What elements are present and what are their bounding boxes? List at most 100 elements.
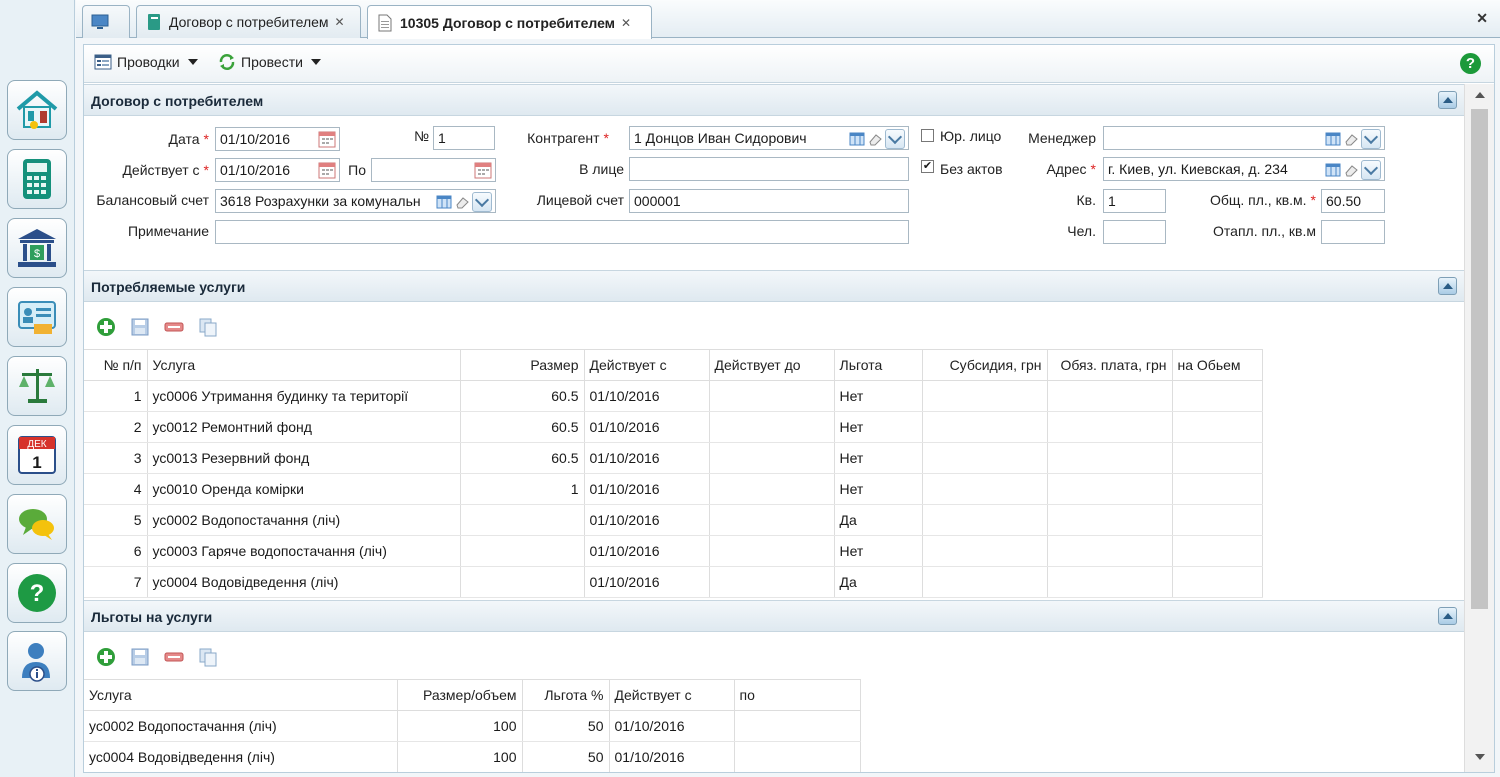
eraser-icon[interactable] xyxy=(454,194,470,210)
collapse-icon[interactable] xyxy=(1438,277,1457,295)
column-header[interactable]: Льгота % xyxy=(522,679,610,711)
save-icon[interactable] xyxy=(130,317,150,337)
chevron-down-icon xyxy=(187,59,198,65)
copy-icon[interactable] xyxy=(198,647,218,667)
collapse-icon[interactable] xyxy=(1438,607,1457,625)
delete-icon[interactable] xyxy=(164,647,184,667)
column-header[interactable]: Услуга xyxy=(147,349,461,381)
save-icon[interactable] xyxy=(130,647,150,667)
valid-to-label: По xyxy=(348,162,366,178)
total-area-field[interactable]: 60.50 xyxy=(1321,189,1385,213)
number-field[interactable]: 1 xyxy=(433,126,495,150)
help-icon[interactable]: ? xyxy=(1460,53,1481,74)
calendar-button[interactable]: ДЕК 1 xyxy=(7,425,67,485)
messages-button[interactable] xyxy=(7,494,67,554)
calendar-picker-icon[interactable] xyxy=(318,130,336,148)
scroll-down-icon[interactable] xyxy=(1475,754,1485,760)
user-info-icon xyxy=(22,643,50,682)
table-row[interactable]: 2 ус0012 Ремонтний фонд 60.5 01/10/2016 Нет xyxy=(84,411,1263,443)
heated-area-field[interactable] xyxy=(1321,220,1385,244)
column-header[interactable]: № п/п xyxy=(84,349,148,381)
column-header[interactable]: Размер xyxy=(460,349,585,381)
tab-bar: Договор с потребителем ✕ 10305 Договор с… xyxy=(76,0,1500,39)
column-header[interactable]: Размер/объем xyxy=(397,679,523,711)
chevron-down-icon[interactable] xyxy=(1361,129,1381,149)
id-card-icon xyxy=(18,301,56,334)
table-row[interactable]: 7 ус0004 Водовідведення (ліч) 01/10/2016 Да xyxy=(84,566,1263,598)
table-row[interactable]: 3 ус0013 Резервний фонд 60.5 01/10/2016 Нет xyxy=(84,442,1263,474)
table-row[interactable]: ус0002 Водопостачання (ліч) 100 50 01/10/20… xyxy=(84,710,861,742)
column-header[interactable]: Действует с xyxy=(609,679,735,711)
represented-by-field[interactable] xyxy=(629,157,909,181)
column-header[interactable]: Льгота xyxy=(834,349,923,381)
eraser-icon[interactable] xyxy=(1343,162,1359,178)
manager-field[interactable] xyxy=(1103,126,1385,150)
tab-desktop[interactable] xyxy=(82,5,130,38)
bank-button[interactable]: $ xyxy=(7,218,67,278)
lookup-table-icon[interactable] xyxy=(1325,162,1341,178)
column-header[interactable]: Субсидия, грн xyxy=(922,349,1048,381)
bank-icon: $ xyxy=(18,229,56,267)
close-icon[interactable]: ✕ xyxy=(621,16,631,30)
date-field[interactable]: 01/10/2016 xyxy=(215,127,340,151)
tab-contract-detail[interactable]: 10305 Договор с потребителем ✕ xyxy=(367,5,652,39)
legal-button[interactable] xyxy=(7,356,67,416)
table-row[interactable]: ус0004 Водовідведення (ліч) 100 50 01/10/20… xyxy=(84,741,861,772)
add-icon[interactable] xyxy=(96,647,116,667)
vertical-scrollbar[interactable] xyxy=(1464,84,1494,772)
post-button[interactable]: Провести xyxy=(218,53,321,71)
balance-account-field[interactable]: 3618 Розрахунки за комунальн xyxy=(215,189,496,213)
column-header[interactable]: на Обьем xyxy=(1172,349,1263,381)
table-row[interactable]: 6 ус0003 Гаряче водопостачання (ліч) 01/10… xyxy=(84,535,1263,567)
counterparty-field[interactable]: 1 Донцов Иван Сидорович xyxy=(629,126,909,150)
legal-entity-checkbox[interactable] xyxy=(921,129,934,142)
collapse-icon[interactable] xyxy=(1438,91,1457,109)
toolbar: Проводки Провести ? xyxy=(84,45,1494,83)
eraser-icon[interactable] xyxy=(1343,131,1359,147)
calendar-day-text: 1 xyxy=(32,453,41,472)
scroll-thumb[interactable] xyxy=(1471,109,1488,609)
table-row[interactable]: 5 ус0002 Водопостачання (ліч) 01/10/2016 Да xyxy=(84,504,1263,536)
close-icon[interactable]: ✕ xyxy=(335,15,345,29)
lookup-table-icon[interactable] xyxy=(436,194,452,210)
eraser-icon[interactable] xyxy=(867,131,883,147)
personal-account-field[interactable]: 000001 xyxy=(629,189,909,213)
people-label: Чел. xyxy=(1067,223,1096,239)
lookup-table-icon[interactable] xyxy=(1325,131,1341,147)
table-row[interactable]: 1 ус0006 Утримання будинку та території 60… xyxy=(84,380,1263,412)
chevron-down-icon[interactable] xyxy=(1361,160,1381,180)
column-header[interactable]: Обяз. плата, грн xyxy=(1047,349,1173,381)
table-row[interactable]: 4 ус0010 Оренда комірки 1 01/10/2016 Нет xyxy=(84,473,1263,505)
delete-icon[interactable] xyxy=(164,317,184,337)
column-header[interactable]: по xyxy=(734,679,861,711)
column-header[interactable]: Действует до xyxy=(709,349,835,381)
close-all-tabs-icon[interactable]: ✕ xyxy=(1476,10,1488,27)
lookup-table-icon[interactable] xyxy=(849,131,865,147)
counterparties-button[interactable] xyxy=(7,287,67,347)
housing-utilities-button[interactable] xyxy=(7,80,67,140)
user-info-button[interactable] xyxy=(7,631,67,691)
help-rail-button[interactable]: ? xyxy=(7,563,67,623)
address-field[interactable]: г. Киев, ул. Киевская, д. 234 xyxy=(1103,157,1385,181)
valid-to-field[interactable] xyxy=(371,158,496,182)
column-header[interactable]: Услуга xyxy=(84,679,398,711)
chevron-down-icon[interactable] xyxy=(885,129,905,149)
scroll-up-icon[interactable] xyxy=(1475,92,1485,98)
valid-from-field[interactable]: 01/10/2016 xyxy=(215,158,340,182)
calculator-button[interactable] xyxy=(7,149,67,209)
tab-contract-list[interactable]: Договор с потребителем ✕ xyxy=(136,5,361,38)
refresh-icon xyxy=(219,54,235,70)
calendar-picker-icon[interactable] xyxy=(474,161,492,179)
tab-contract-list-label: Договор с потребителем xyxy=(169,14,329,30)
chevron-down-icon[interactable] xyxy=(472,192,492,212)
column-header[interactable]: Действует с xyxy=(584,349,710,381)
add-icon[interactable] xyxy=(96,317,116,337)
note-field[interactable] xyxy=(215,220,909,244)
postings-button[interactable]: Проводки xyxy=(94,53,198,71)
contract-panel-header: Договор с потребителем xyxy=(84,84,1464,116)
no-acts-checkbox[interactable]: ✔ xyxy=(921,160,934,173)
apartment-field[interactable]: 1 xyxy=(1103,189,1166,213)
copy-icon[interactable] xyxy=(198,317,218,337)
calendar-picker-icon[interactable] xyxy=(318,161,336,179)
people-field[interactable] xyxy=(1103,220,1166,244)
